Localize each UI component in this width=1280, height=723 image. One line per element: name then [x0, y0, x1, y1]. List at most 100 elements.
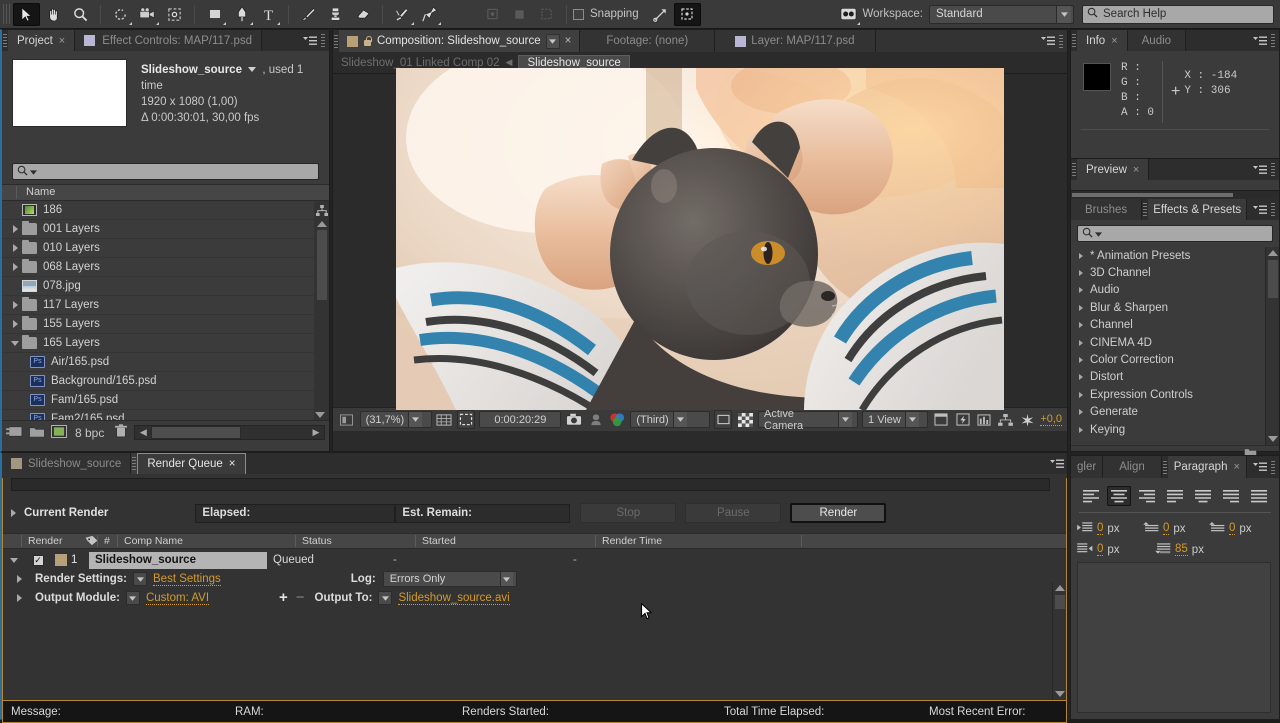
reset-exposure-icon[interactable]: [1019, 410, 1037, 429]
scroll-down-arrow[interactable]: [1055, 691, 1065, 697]
panel-splitter[interactable]: [1071, 191, 1279, 199]
column-index[interactable]: #: [97, 535, 117, 547]
twirl-icon[interactable]: [1079, 374, 1083, 380]
pen-tool[interactable]: [228, 3, 255, 26]
align-center-icon[interactable]: [1107, 486, 1131, 506]
workspace-select[interactable]: Standard: [929, 5, 1074, 24]
field-first-line-indent[interactable]: 0 px: [1077, 543, 1143, 557]
tab-layer[interactable]: Layer: MAP/117.psd: [715, 30, 875, 52]
first-line-indent-value[interactable]: 0: [1097, 543, 1103, 556]
indent-left-value[interactable]: 0: [1097, 522, 1103, 535]
scroll-thumb[interactable]: [1054, 594, 1066, 610]
space-after-value[interactable]: 85: [1175, 543, 1188, 556]
project-list-item[interactable]: 117 Layers: [2, 296, 329, 315]
resolution-select[interactable]: (Third): [630, 411, 710, 428]
effects-category-item[interactable]: 3D Channel: [1071, 264, 1279, 281]
row-twirl-icon[interactable]: [3, 558, 25, 563]
puppet-pin-tool[interactable]: [416, 3, 443, 26]
chevron-down-icon[interactable]: [248, 67, 256, 72]
tab-brushes[interactable]: Brushes: [1071, 199, 1142, 220]
effects-category-item[interactable]: Blur & Sharpen: [1071, 299, 1279, 316]
project-item-list[interactable]: 186001 Layers010 Layers068 Layers078.jpg…: [2, 201, 329, 420]
twirl-icon[interactable]: [1079, 409, 1083, 415]
effects-scrollbar[interactable]: [1265, 247, 1279, 445]
tab-audio[interactable]: Audio: [1128, 30, 1186, 51]
project-list-item[interactable]: 165 Layers: [2, 334, 329, 353]
panel-grip-right[interactable]: [320, 34, 326, 47]
tab-preview[interactable]: Preview ×: [1077, 159, 1149, 180]
twirl-icon[interactable]: [8, 225, 22, 233]
panel-menu-icon[interactable]: [1038, 31, 1058, 52]
search-help-input[interactable]: Search Help: [1082, 5, 1274, 24]
camera-select[interactable]: Active Camera: [758, 411, 858, 428]
space-before-value[interactable]: 0: [1229, 522, 1235, 535]
project-scrollbar[interactable]: [314, 201, 329, 420]
effects-category-item[interactable]: Channel: [1071, 317, 1279, 334]
project-list-item[interactable]: 155 Layers: [2, 315, 329, 334]
stop-button[interactable]: Stop: [580, 503, 676, 523]
project-list-item[interactable]: PsBackground/165.psd: [2, 372, 329, 391]
type-tool[interactable]: T: [255, 3, 282, 26]
twirl-icon[interactable]: [8, 320, 22, 328]
justify-last-left-icon[interactable]: [1163, 486, 1187, 506]
log-select[interactable]: Errors Only: [383, 571, 517, 587]
twirl-icon[interactable]: [1079, 357, 1083, 363]
effects-category-item[interactable]: Distort: [1071, 369, 1279, 386]
footage-icon[interactable]: [51, 425, 67, 441]
region-of-interest-icon[interactable]: [457, 410, 475, 429]
twirl-icon[interactable]: [1079, 305, 1083, 311]
justify-all-icon[interactable]: [1247, 486, 1271, 506]
search-dropdown-icon[interactable]: [30, 166, 37, 178]
camera-tool[interactable]: [134, 3, 161, 26]
field-indent-right[interactable]: 0 px: [1143, 522, 1209, 536]
snap-bounds-icon[interactable]: [674, 3, 701, 26]
scroll-thumb[interactable]: [316, 229, 328, 301]
twirl-icon[interactable]: [1079, 253, 1083, 259]
project-list-item[interactable]: 001 Layers: [2, 220, 329, 239]
tab-slideshow-source[interactable]: Slideshow_source: [2, 453, 131, 474]
close-icon[interactable]: ×: [1233, 461, 1239, 473]
twirl-icon[interactable]: [1079, 427, 1083, 433]
effects-category-item[interactable]: Color Correction: [1071, 351, 1279, 368]
twirl-icon[interactable]: [1079, 392, 1083, 398]
output-to-dropdown[interactable]: [378, 591, 392, 605]
tab-footage[interactable]: Footage: (none): [580, 30, 715, 52]
panel-menu-icon[interactable]: [1047, 453, 1067, 474]
effects-category-item[interactable]: CINEMA 4D: [1071, 334, 1279, 351]
project-search-input[interactable]: [12, 163, 319, 180]
justify-last-right-icon[interactable]: [1219, 486, 1243, 506]
region-interest-toggle-icon[interactable]: [714, 410, 732, 429]
pan-behind-tool[interactable]: [161, 3, 188, 26]
twirl-icon[interactable]: [11, 509, 16, 517]
column-status[interactable]: Status: [295, 535, 415, 547]
effects-category-item[interactable]: Expression Controls: [1071, 386, 1279, 403]
align-right-icon[interactable]: [1135, 486, 1159, 506]
roto-brush-tool[interactable]: [389, 3, 416, 26]
output-module-dropdown[interactable]: [126, 591, 140, 605]
chevron-down-icon[interactable]: [546, 34, 560, 49]
selection-tool[interactable]: [13, 3, 40, 26]
project-list-item[interactable]: 068 Layers: [2, 258, 329, 277]
render-settings-twirl-icon[interactable]: [3, 575, 35, 583]
effects-category-list[interactable]: * Animation Presets3D ChannelAudioBlur &…: [1071, 247, 1279, 445]
project-list-item[interactable]: PsAir/165.psd: [2, 353, 329, 372]
panel-grip-right[interactable]: [1270, 163, 1276, 176]
transparency-grid-icon[interactable]: [736, 410, 754, 429]
field-space-after[interactable]: 85 px: [1155, 543, 1221, 557]
close-icon[interactable]: ×: [1133, 164, 1139, 176]
composition-canvas[interactable]: [396, 68, 1004, 410]
scroll-right-arrow[interactable]: ▶: [308, 427, 324, 438]
grid-guides-icon[interactable]: [436, 410, 454, 429]
project-horizontal-scrollbar[interactable]: ◀ ▶: [134, 425, 325, 440]
tab-composition[interactable]: Composition: Slideshow_source ×: [339, 30, 580, 52]
panel-menu-icon[interactable]: [1250, 457, 1270, 478]
effects-category-item[interactable]: Keying: [1071, 421, 1279, 438]
timeline-icon[interactable]: [975, 410, 993, 429]
scroll-thumb-h[interactable]: [151, 426, 241, 439]
project-list-item[interactable]: 078.jpg: [2, 277, 329, 296]
channel-rgb-icon[interactable]: [609, 410, 627, 429]
scroll-up-arrow[interactable]: [1268, 250, 1278, 256]
render-queue-scrollbar[interactable]: [1052, 582, 1066, 700]
scroll-thumb[interactable]: [1267, 259, 1279, 299]
close-icon[interactable]: ×: [229, 458, 236, 470]
